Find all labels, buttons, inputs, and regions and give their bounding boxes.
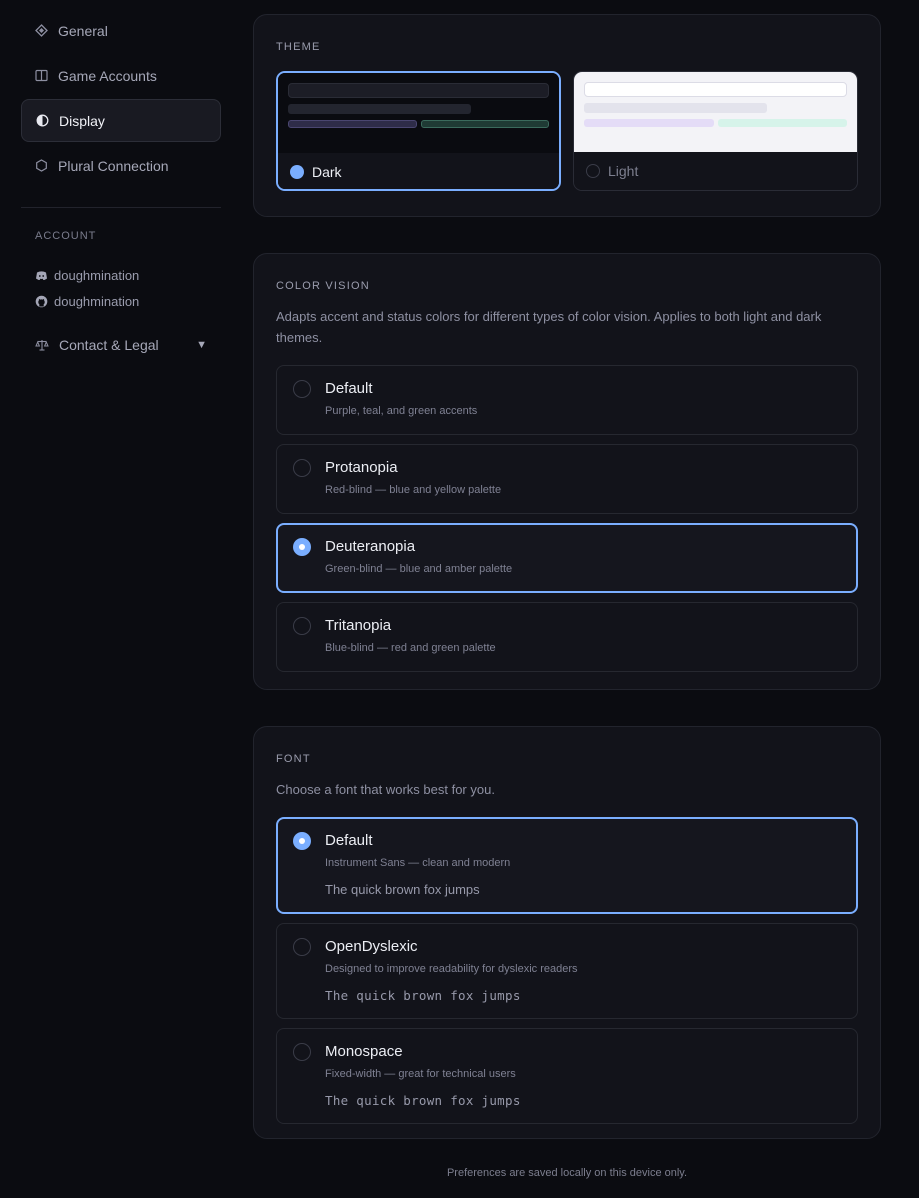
scales-icon <box>35 338 49 352</box>
theme-card: THEME Dark Light <box>253 14 881 217</box>
sidebar-item-display[interactable]: Display <box>21 99 221 142</box>
theme-option-light[interactable]: Light <box>573 71 858 191</box>
radio-button[interactable] <box>293 380 311 398</box>
discord-account: doughmination <box>21 262 221 288</box>
font-option-default[interactable]: Default Instrument Sans — clean and mode… <box>276 817 858 914</box>
color-vision-option-protanopia[interactable]: Protanopia Red-blind — blue and yellow p… <box>276 444 858 514</box>
font-sample: The quick brown fox jumps <box>325 988 521 1003</box>
font-title: FONT <box>276 753 311 765</box>
font-option-opendyslexic[interactable]: OpenDyslexic Designed to improve readabi… <box>276 923 858 1019</box>
dark-theme-preview <box>278 73 559 153</box>
contact-legal-label: Contact & Legal <box>59 337 159 353</box>
contact-legal-toggle[interactable]: Contact & Legal ▼ <box>21 332 207 358</box>
sidebar: General Game Accounts Display Plural Con… <box>21 9 221 358</box>
sidebar-item-label: General <box>58 22 108 39</box>
sidebar-item-plural-connection[interactable]: Plural Connection <box>21 144 221 187</box>
option-title: Tritanopia <box>325 617 392 634</box>
account-section-label: ACCOUNT <box>35 230 97 242</box>
discord-icon <box>35 269 48 282</box>
diamond-icon <box>34 24 48 38</box>
option-title: Monospace <box>325 1043 403 1060</box>
option-subtitle: Purple, teal, and green accents <box>325 405 478 417</box>
radio-button[interactable] <box>293 938 311 956</box>
color-vision-option-tritanopia[interactable]: Tritanopia Blue-blind — red and green pa… <box>276 602 858 672</box>
sidebar-item-label: Game Accounts <box>58 67 157 84</box>
footer-note: Preferences are saved locally on this de… <box>446 1167 688 1179</box>
option-subtitle: Fixed-width — great for technical users <box>325 1068 516 1080</box>
caret-down-icon: ▼ <box>196 339 207 351</box>
option-title: Protanopia <box>325 459 398 476</box>
theme-title: THEME <box>276 41 321 53</box>
theme-option-light-footer: Light <box>574 152 857 190</box>
option-title: OpenDyslexic <box>325 938 418 955</box>
light-theme-preview <box>574 72 857 152</box>
theme-dark-label: Dark <box>312 164 342 180</box>
discord-username: doughmination <box>54 267 140 283</box>
radio-button[interactable] <box>293 1043 311 1061</box>
option-subtitle: Designed to improve readability for dysl… <box>325 963 578 975</box>
option-title: Default <box>325 832 373 849</box>
contrast-icon <box>35 114 49 128</box>
sidebar-item-general[interactable]: General <box>21 9 221 52</box>
selected-indicator <box>290 165 304 179</box>
font-description: Choose a font that works best for you. <box>276 782 495 797</box>
radio-button-selected[interactable] <box>293 832 311 850</box>
color-vision-option-deuteranopia[interactable]: Deuteranopia Green-blind — blue and ambe… <box>276 523 858 593</box>
color-vision-title: COLOR VISION <box>276 280 370 292</box>
font-option-monospace[interactable]: Monospace Fixed-width — great for techni… <box>276 1028 858 1124</box>
option-subtitle: Blue-blind — red and green palette <box>325 642 496 654</box>
unselected-indicator <box>586 164 600 178</box>
github-account: doughmination <box>21 288 221 314</box>
font-card: FONT Choose a font that works best for y… <box>253 726 881 1139</box>
color-vision-card: COLOR VISION Adapts accent and status co… <box>253 253 881 690</box>
radio-button-selected[interactable] <box>293 538 311 556</box>
github-username: doughmination <box>54 293 140 309</box>
theme-option-dark[interactable]: Dark <box>276 71 561 191</box>
sidebar-item-game-accounts[interactable]: Game Accounts <box>21 54 221 97</box>
radio-button[interactable] <box>293 459 311 477</box>
theme-light-label: Light <box>608 163 639 179</box>
option-subtitle: Green-blind — blue and amber palette <box>325 563 513 575</box>
sidebar-item-label: Plural Connection <box>58 157 169 174</box>
option-title: Default <box>325 380 373 397</box>
panel-icon <box>34 69 48 83</box>
option-subtitle: Instrument Sans — clean and modern <box>325 857 511 869</box>
option-title: Deuteranopia <box>325 538 416 555</box>
font-sample: The quick brown fox jumps <box>325 1093 521 1108</box>
color-vision-option-default[interactable]: Default Purple, teal, and green accents <box>276 365 858 435</box>
sidebar-item-label: Display <box>59 112 105 129</box>
theme-option-dark-footer: Dark <box>278 153 559 189</box>
github-icon <box>35 295 48 308</box>
sidebar-divider <box>21 207 221 208</box>
hexagon-icon <box>34 159 48 173</box>
theme-options: Dark Light <box>276 71 858 191</box>
option-subtitle: Red-blind — blue and yellow palette <box>325 484 502 496</box>
font-sample: The quick brown fox jumps <box>325 882 480 897</box>
color-vision-description: Adapts accent and status colors for diff… <box>276 309 822 345</box>
radio-button[interactable] <box>293 617 311 635</box>
